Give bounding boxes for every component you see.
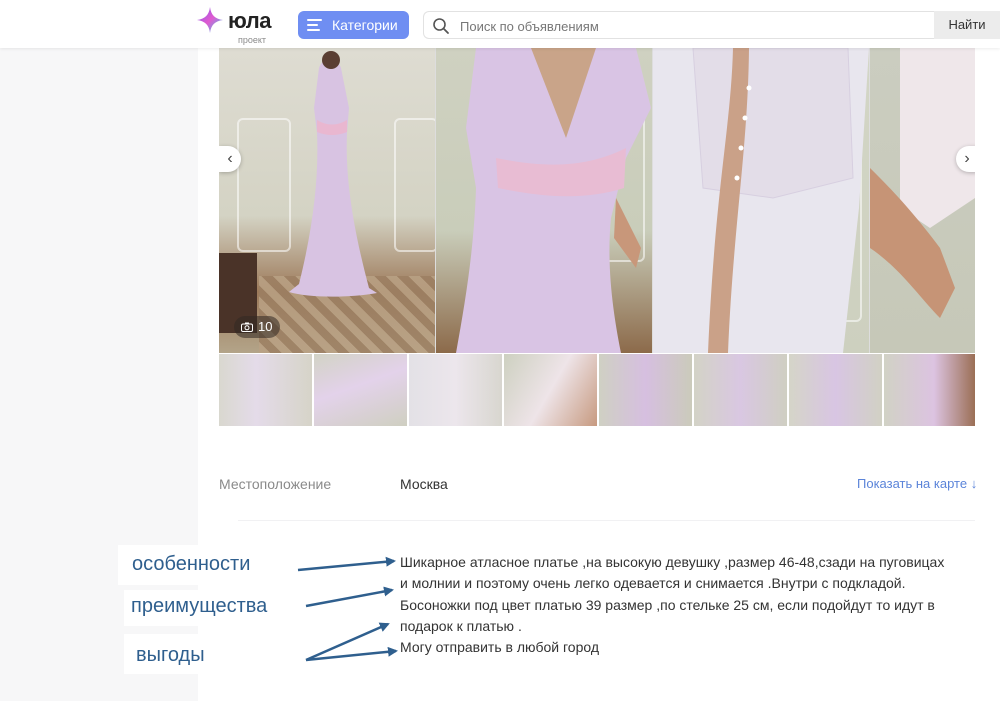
thumbnail[interactable] xyxy=(504,354,597,426)
description-line: Шикарное атласное платье ,на высокую дев… xyxy=(400,554,945,570)
location-label: Местоположение xyxy=(219,476,332,492)
thumbnail[interactable] xyxy=(884,354,975,426)
search-icon xyxy=(433,18,449,34)
search-button[interactable]: Найти xyxy=(934,11,1000,39)
arrow-icon xyxy=(305,646,398,662)
thumbnail[interactable] xyxy=(694,354,787,426)
categories-button[interactable]: Категории xyxy=(298,11,409,39)
logo-star-icon xyxy=(197,7,223,33)
annotation-features: особенности xyxy=(132,553,251,575)
thumbnail-strip xyxy=(219,354,975,426)
thumbnail[interactable] xyxy=(409,354,502,426)
description-line: и молнии и поэтому очень легко одевается… xyxy=(400,575,906,592)
gallery-next-button[interactable]: › xyxy=(956,146,975,172)
arrow-icon xyxy=(305,622,390,662)
location-value: Москва xyxy=(400,476,448,492)
gallery-photo[interactable] xyxy=(653,48,869,353)
camera-icon xyxy=(241,322,253,332)
arrow-icon xyxy=(305,586,394,608)
logo-text: юла xyxy=(228,8,271,33)
description-line: подарок к платью . xyxy=(400,617,522,634)
top-bar: юла проект Категории Найти xyxy=(0,0,1000,48)
search-input[interactable] xyxy=(458,13,922,39)
photo-gallery: ‹ › 10 xyxy=(219,48,975,353)
show-on-map-link[interactable]: Показать на карте ↓ xyxy=(857,476,977,491)
photo-count-badge: 10 xyxy=(234,316,281,338)
thumbnail[interactable] xyxy=(599,354,692,426)
description-line: Босоножки под цвет платью 39 размер ,по … xyxy=(400,596,935,613)
logo-subtitle: проект xyxy=(238,35,267,45)
logo[interactable]: юла проект xyxy=(196,4,286,45)
thumbnail[interactable] xyxy=(219,354,312,426)
photo-count: 10 xyxy=(258,319,273,334)
annotation-benefits: выгоды xyxy=(136,644,205,666)
gallery-photo[interactable] xyxy=(436,48,652,353)
categories-button-label: Категории xyxy=(332,17,398,33)
gallery-photo[interactable] xyxy=(870,48,975,353)
divider xyxy=(238,520,975,521)
item-description: Шикарное атласное платье ,на высокую дев… xyxy=(400,552,980,658)
thumbnail[interactable] xyxy=(314,354,407,426)
search-box xyxy=(423,11,935,39)
description-line: Могу отправить в любой город xyxy=(400,639,600,656)
gallery-photo[interactable] xyxy=(219,48,435,353)
thumbnail[interactable] xyxy=(789,354,882,426)
menu-icon xyxy=(307,19,322,31)
annotation-advantages: преимущества xyxy=(131,595,268,617)
arrow-icon xyxy=(297,556,396,572)
